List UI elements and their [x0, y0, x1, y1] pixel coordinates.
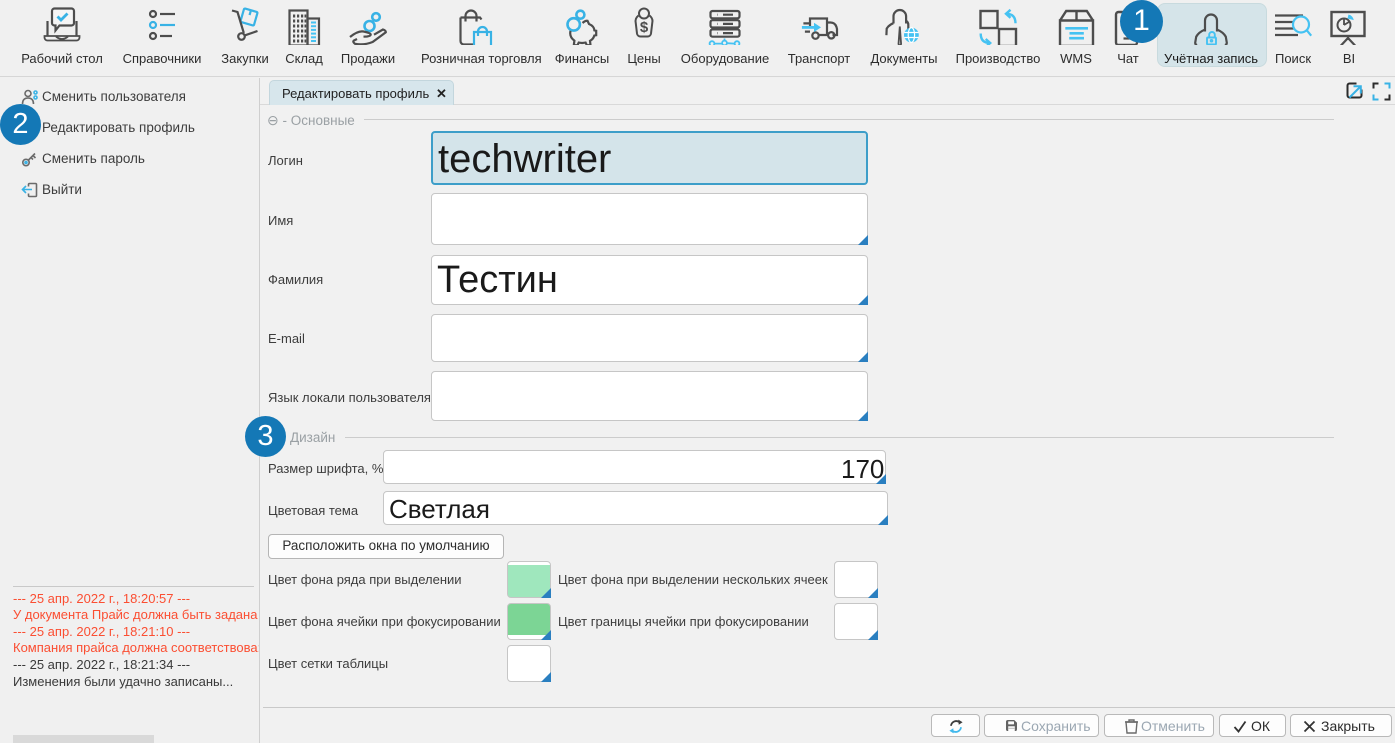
svg-text:$: $ — [640, 19, 649, 36]
